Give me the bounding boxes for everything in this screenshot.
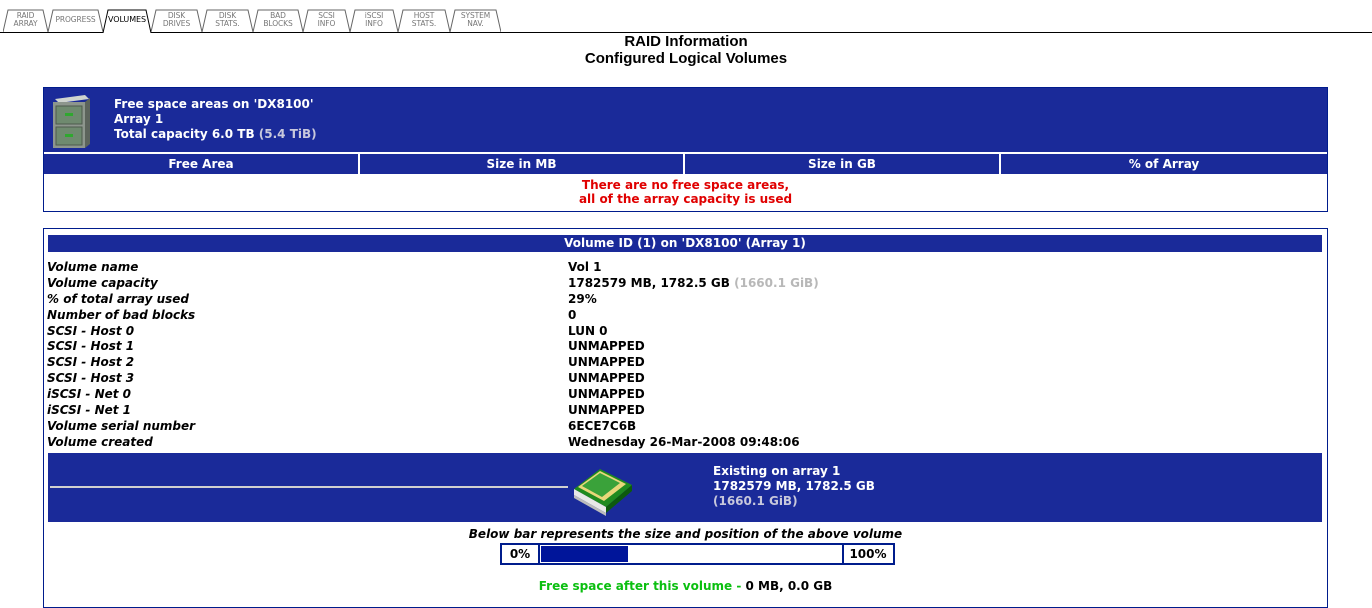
property-value: UNMAPPED [568, 403, 645, 418]
col-size-mb: Size in MB [360, 154, 685, 174]
property-value-gib: (1660.1 GiB) [734, 275, 819, 290]
volume-book-icon [574, 469, 632, 516]
property-row: SCSI - Host 3 UNMAPPED [47, 371, 1317, 387]
existing-volume-bar: Existing on array 1 1782579 MB, 1782.5 G… [48, 453, 1322, 522]
property-key: Volume capacity [47, 275, 158, 290]
property-key: SCSI - Host 3 [47, 371, 135, 386]
property-value: 6ECE7C6B [568, 418, 637, 433]
bar-track [540, 545, 844, 563]
existing-line1: Existing on array 1 [713, 464, 841, 478]
property-key: SCSI - Host 0 [47, 323, 135, 338]
property-value: 29% [568, 291, 597, 306]
tab-label: RAID ARRAY [13, 11, 38, 28]
property-key: SCSI - Host 2 [47, 355, 135, 370]
tab-label: SCSI INFO [317, 11, 336, 28]
property-key: Volume name [47, 260, 139, 274]
tab-raid-array[interactable]: RAID ARRAY [3, 9, 48, 33]
tab-progress[interactable]: PROGRESS [48, 9, 103, 33]
bar-caption: Below bar represents the size and positi… [468, 527, 903, 541]
property-value: 1782579 MB, 1782.5 GB [568, 275, 730, 290]
existing-line2: 1782579 MB, 1782.5 GB [713, 479, 875, 493]
no-free-space-message: There are no free space areas, all of th… [44, 178, 1327, 206]
tab-bar: RAID ARRAY PROGRESS VOLUMES DISK DRIVES … [0, 0, 1372, 34]
property-value: Wednesday 26-Mar-2008 09:48:06 [568, 434, 800, 449]
property-row: Volume capacity 1782579 MB, 1782.5 GB (16… [47, 276, 1317, 292]
property-value: UNMAPPED [568, 339, 645, 354]
tab-system-nav[interactable]: SYSTEM NAV. [450, 9, 501, 33]
col-free-area: Free Area [44, 154, 360, 174]
property-value: LUN 0 [568, 323, 608, 338]
tab-label: BAD BLOCKS [263, 11, 293, 28]
property-value: Vol 1 [568, 260, 602, 274]
property-key: % of total array used [47, 291, 190, 306]
property-row: SCSI - Host 1 UNMAPPED [47, 339, 1317, 355]
existing-volume-info: Existing on array 1 1782579 MB, 1782.5 G… [713, 464, 875, 509]
tab-label: DISK STATS. [215, 11, 240, 28]
property-value: UNMAPPED [568, 371, 645, 386]
free-space-table-header: Free Area Size in MB Size in GB % of Arr… [44, 154, 1327, 174]
total-capacity-tib: (5.4 TiB) [258, 127, 317, 141]
property-key: Volume created [47, 434, 153, 449]
property-value: UNMAPPED [568, 387, 645, 402]
property-key: SCSI - Host 1 [47, 339, 135, 354]
total-capacity-value: Total capacity 6.0 TB [114, 127, 255, 141]
tab-bad-blocks[interactable]: BAD BLOCKS [253, 9, 303, 33]
tab-volumes[interactable]: VOLUMES [103, 9, 151, 33]
page-subtitle: Configured Logical Volumes [584, 50, 788, 67]
free-space-heading: Free space areas on 'DX8100' [114, 97, 314, 111]
tab-iscsi-info[interactable]: iSCSI INFO [350, 9, 398, 33]
bar-end-label: 100% [849, 547, 887, 561]
free-after-value: 0 MB, 0.0 GB [745, 579, 833, 593]
free-space-panel: Free space areas on 'DX8100' Array 1 Tot… [43, 87, 1328, 212]
tab-disk-stats[interactable]: DISK STATS. [202, 9, 253, 33]
property-key: Number of bad blocks [47, 307, 196, 322]
volume-panel: Volume ID (1) on 'DX8100' (Array 1) Volu… [43, 228, 1328, 608]
property-row: iSCSI - Net 0 UNMAPPED [47, 387, 1317, 403]
bar-start-label: 0% [502, 545, 540, 563]
no-free-space-line1: There are no free space areas, [581, 178, 790, 192]
property-value: 0 [568, 307, 577, 322]
free-space-after: Free space after this volume - 0 MB, 0.0… [44, 579, 1327, 593]
property-value-group: 1782579 MB, 1782.5 GB (1660.1 GiB) [568, 276, 819, 292]
col-percent-array: % of Array [1001, 154, 1327, 174]
property-row: SCSI - Host 2 UNMAPPED [47, 355, 1317, 371]
existing-line3: (1660.1 GiB) [713, 494, 798, 508]
property-row: Number of bad blocks 0 [47, 308, 1317, 324]
filing-cabinet-icon [53, 95, 90, 148]
property-row: Volume created Wednesday 26-Mar-2008 09:4… [47, 435, 1317, 451]
volume-properties: Volume name Vol 1 Volume capacity 1782579 … [47, 260, 1317, 451]
tab-label: DISK DRIVES [162, 11, 191, 28]
property-row: Volume serial number 6ECE7C6B [47, 419, 1317, 435]
tab-label: HOST STATS. [411, 11, 437, 28]
property-key: iSCSI - Net 1 [47, 403, 132, 418]
page-title: RAID Information [624, 33, 748, 50]
property-row: SCSI - Host 0 LUN 0 [47, 324, 1317, 340]
tab-label: iSCSI INFO [364, 11, 384, 28]
volume-header: Volume ID (1) on 'DX8100' (Array 1) [48, 235, 1322, 252]
property-key: iSCSI - Net 0 [47, 387, 132, 402]
tab-label: VOLUMES [108, 15, 146, 24]
property-value: UNMAPPED [568, 355, 645, 370]
volume-position-bar: 0% 100% [500, 543, 895, 565]
volume-connector-line [50, 486, 568, 488]
free-after-label: Free space after this volume - [538, 579, 746, 593]
array-name: Array 1 [114, 112, 164, 126]
free-space-summary: Free space areas on 'DX8100' Array 1 Tot… [114, 97, 317, 142]
free-space-header: Free space areas on 'DX8100' Array 1 Tot… [44, 88, 1327, 152]
total-capacity: Total capacity 6.0 TB (5.4 TiB) [114, 127, 317, 142]
property-row: iSCSI - Net 1 UNMAPPED [47, 403, 1317, 419]
no-free-space-line2: all of the array capacity is used [578, 192, 793, 206]
property-row: % of total array used 29% [47, 292, 1317, 308]
page-titles: RAID Information Configured Logical Volu… [0, 33, 1372, 67]
property-row: Volume name Vol 1 [47, 260, 1317, 276]
tab-host-stats[interactable]: HOST STATS. [398, 9, 450, 33]
property-key: Volume serial number [47, 418, 196, 433]
bar-fill [541, 546, 628, 562]
col-size-gb: Size in GB [685, 154, 1001, 174]
tab-scsi-info[interactable]: SCSI INFO [303, 9, 350, 33]
tab-disk-drives[interactable]: DISK DRIVES [151, 9, 202, 33]
tab-label: PROGRESS [55, 15, 96, 24]
tab-label: SYSTEM NAV. [460, 11, 491, 28]
